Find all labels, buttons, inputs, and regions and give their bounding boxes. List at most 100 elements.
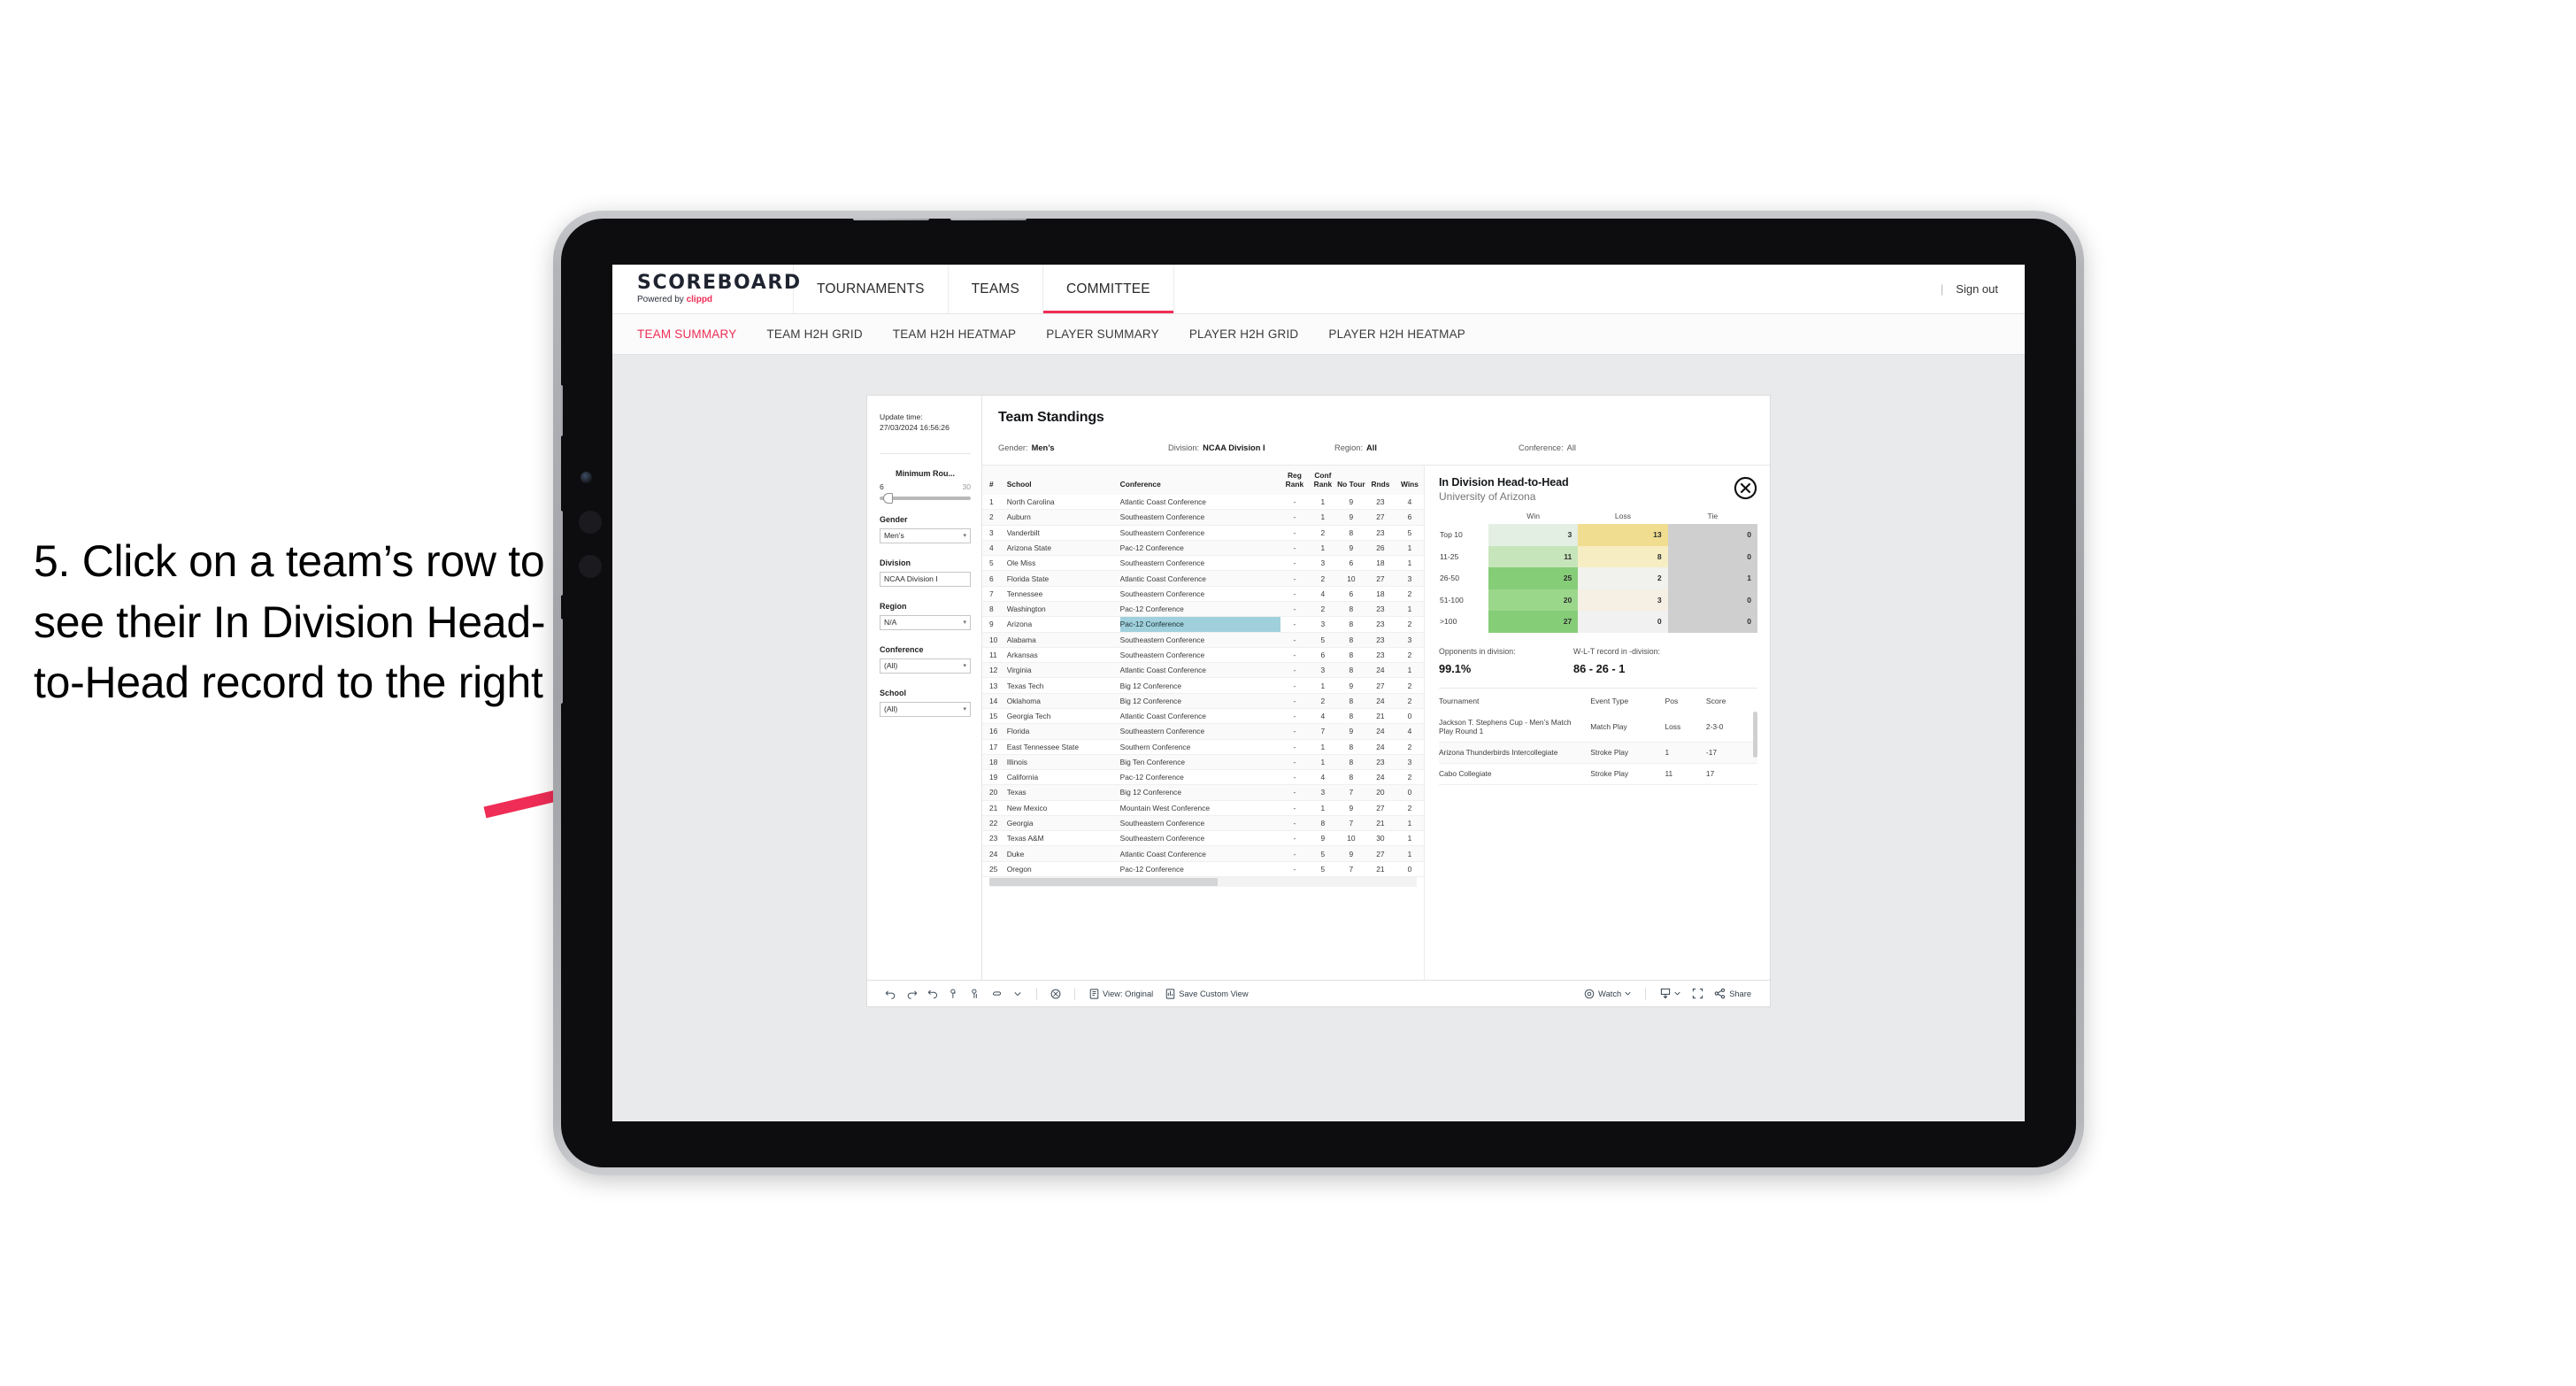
close-circle-icon[interactable] xyxy=(1734,476,1757,500)
table-row[interactable]: 20 Texas Big 12 Conference -3 7 20 0 xyxy=(982,784,1424,801)
chevron-down-icon[interactable] xyxy=(1007,985,1028,1003)
table-row[interactable]: 2 Auburn Southeastern Conference -1 9 27 6 xyxy=(982,509,1424,526)
download-button[interactable] xyxy=(1654,988,1687,999)
table-row[interactable]: 9 Arizona Pac-12 Conference -3 8 23 2 xyxy=(982,616,1424,633)
filter-region-select[interactable]: N/A ▾ xyxy=(880,614,971,630)
table-row[interactable]: 8 Washington Pac-12 Conference -2 8 23 1 xyxy=(982,601,1424,618)
tab-team-h2h-heatmap[interactable]: TEAM H2H HEATMAP xyxy=(893,327,1016,341)
table-row[interactable]: 11 Arkansas Southeastern Conference -6 8 23 2 xyxy=(982,647,1424,664)
tab-player-h2h-grid[interactable]: PLAYER H2H GRID xyxy=(1189,327,1299,341)
list-item[interactable]: Arizona Thunderbirds Intercollegiate Stro… xyxy=(1439,742,1757,765)
undo-icon[interactable] xyxy=(880,985,901,1003)
share-button[interactable]: Share xyxy=(1708,988,1757,999)
list-item[interactable]: Cabo Collegiate Stroke Play 11 17 xyxy=(1439,763,1757,786)
cell-rank: 10 xyxy=(982,632,1007,648)
table-row[interactable]: 18 Illinois Big Ten Conference -1 8 23 3 xyxy=(982,754,1424,771)
h2h-cell[interactable]: 3 xyxy=(1488,524,1579,546)
nav-link-tournaments[interactable]: TOURNAMENTS xyxy=(794,265,949,313)
filter-conference-select[interactable]: (All) ▾ xyxy=(880,658,971,674)
nav-link-committee[interactable]: COMMITTEE xyxy=(1043,265,1174,313)
table-row[interactable]: 1 North Carolina Atlantic Coast Conference… xyxy=(982,495,1424,511)
cell-conf: Atlantic Coast Conference xyxy=(1119,845,1280,862)
cell-rnds: 21 xyxy=(1365,815,1396,832)
tournaments-scrollbar[interactable] xyxy=(1753,711,1757,758)
table-row[interactable]: 24 Duke Atlantic Coast Conference -5 9 27 1 xyxy=(982,845,1424,862)
table-row[interactable]: 25 Oregon Pac-12 Conference -5 7 21 0 xyxy=(982,861,1424,878)
cell-reg: - xyxy=(1280,784,1309,801)
cell-conf: Southeastern Conference xyxy=(1119,830,1280,847)
h2h-cell[interactable]: 0 xyxy=(1667,524,1757,546)
table-row[interactable]: 19 California Pac-12 Conference -4 8 24 2 xyxy=(982,769,1424,786)
refresh-icon[interactable] xyxy=(943,985,965,1003)
table-row[interactable]: 16 Florida Southeastern Conference -7 9 24 4 xyxy=(982,723,1424,740)
table-row[interactable]: 13 Texas Tech Big 12 Conference -1 9 27 2 xyxy=(982,677,1424,694)
slider-handle[interactable] xyxy=(883,492,894,504)
table-row[interactable]: 12 Virginia Atlantic Coast Conference -3 8 24… xyxy=(982,662,1424,679)
save-custom-view-button[interactable]: Save Custom View xyxy=(1159,988,1254,999)
filter-gender-select[interactable]: Men’s ▾ xyxy=(880,527,971,543)
filter-gender-label: Gender xyxy=(880,514,908,524)
table-row[interactable]: 7 Tennessee Southeastern Conference -4 6 18 2 xyxy=(982,586,1424,602)
h2h-cell[interactable]: 0 xyxy=(1667,545,1757,567)
h2h-cell[interactable]: 25 xyxy=(1488,567,1579,589)
view-original-button[interactable]: View: Original xyxy=(1083,988,1159,999)
brand-logo[interactable]: SCOREBOARD Powered by clippd xyxy=(612,265,800,313)
table-row[interactable]: 23 Texas A&M Southeastern Conference -9 10 30… xyxy=(982,830,1424,847)
table-row[interactable]: 22 Georgia Southeastern Conference -8 7 21 1 xyxy=(982,815,1424,832)
col-rnds[interactable]: Rnds xyxy=(1365,466,1396,495)
sign-out-link[interactable]: Sign out xyxy=(1956,282,1998,296)
table-row[interactable]: 5 Ole Miss Southeastern Conference -3 6 18 1 xyxy=(982,555,1424,572)
tab-player-h2h-heatmap[interactable]: PLAYER H2H HEATMAP xyxy=(1328,327,1465,341)
table-row[interactable]: 3 Vanderbilt Southeastern Conference -2 8 23 5 xyxy=(982,525,1424,541)
h2h-cell[interactable]: 27 xyxy=(1488,611,1579,633)
col-no-tour[interactable]: No Tour xyxy=(1336,466,1365,495)
h2h-cell[interactable]: 20 xyxy=(1488,589,1579,611)
minimum-rounds-slider[interactable] xyxy=(880,492,971,504)
filter-division-select[interactable]: NCAA Division I xyxy=(880,571,971,587)
watch-button[interactable]: Watch xyxy=(1578,989,1637,999)
scrollbar-thumb[interactable] xyxy=(989,878,1218,887)
col-wins[interactable]: Wins xyxy=(1395,466,1424,495)
pan-icon[interactable] xyxy=(986,985,1007,1003)
table-row[interactable]: 21 New Mexico Mountain West Conference -1 9 2… xyxy=(982,800,1424,816)
table-row[interactable]: 17 East Tennessee State Southern Conferenc… xyxy=(982,739,1424,755)
h2h-cell[interactable]: 1 xyxy=(1667,567,1757,589)
table-row[interactable]: 15 Georgia Tech Atlantic Coast Conference -… xyxy=(982,708,1424,725)
tab-team-h2h-grid[interactable]: TEAM H2H GRID xyxy=(766,327,862,341)
col-reg-rank[interactable]: Reg Rank xyxy=(1280,466,1309,495)
h2h-cell[interactable]: 3 xyxy=(1578,589,1668,611)
cell-notour: 6 xyxy=(1336,555,1365,572)
redo-icon[interactable] xyxy=(901,985,922,1003)
h2h-cell[interactable]: 2 xyxy=(1578,567,1668,589)
horizontal-scrollbar[interactable] xyxy=(989,877,1417,888)
tab-player-summary[interactable]: PLAYER SUMMARY xyxy=(1046,327,1159,341)
fullscreen-icon[interactable] xyxy=(1687,985,1708,1003)
standings-header: Team Standings Gender: Men’s Division: N… xyxy=(982,396,1770,452)
zoom-icon[interactable] xyxy=(1045,985,1066,1003)
col-rank[interactable]: # xyxy=(982,466,1007,495)
col-school[interactable]: School xyxy=(1006,466,1120,495)
view-icon xyxy=(1089,988,1099,999)
h2h-cell[interactable]: 0 xyxy=(1667,589,1757,611)
revert-icon[interactable] xyxy=(922,985,943,1003)
cell-notour: 7 xyxy=(1336,815,1365,832)
h2h-cell[interactable]: 0 xyxy=(1667,611,1757,633)
tab-team-summary[interactable]: TEAM SUMMARY xyxy=(637,327,736,341)
col-conference[interactable]: Conference xyxy=(1119,466,1280,495)
h2h-cell[interactable]: 8 xyxy=(1578,545,1668,567)
pause-icon[interactable] xyxy=(965,985,986,1003)
table-row[interactable]: 10 Alabama Southeastern Conference -5 8 23 3 xyxy=(982,632,1424,648)
list-item[interactable]: Jackson T. Stephens Cup - Men’s Match Pl… xyxy=(1439,712,1757,743)
table-row[interactable]: 4 Arizona State Pac-12 Conference -1 9 26 1 xyxy=(982,540,1424,557)
nav-link-teams[interactable]: TEAMS xyxy=(949,265,1044,313)
h2h-cell[interactable]: 0 xyxy=(1578,611,1668,633)
tournament-type: Stroke Play xyxy=(1590,763,1665,786)
h2h-cell[interactable]: 11 xyxy=(1488,545,1579,567)
h2h-cell[interactable]: 13 xyxy=(1578,524,1668,546)
table-row[interactable]: 6 Florida State Atlantic Coast Conference -… xyxy=(982,570,1424,587)
filter-school-select[interactable]: (All) ▾ xyxy=(880,701,971,717)
col-conf-rank[interactable]: Conf Rank xyxy=(1308,466,1337,495)
update-time-block: Update time: 27/03/2024 16:56:26 xyxy=(880,412,971,434)
cell-wins: 0 xyxy=(1395,784,1424,801)
table-row[interactable]: 14 Oklahoma Big 12 Conference -2 8 24 2 xyxy=(982,693,1424,709)
